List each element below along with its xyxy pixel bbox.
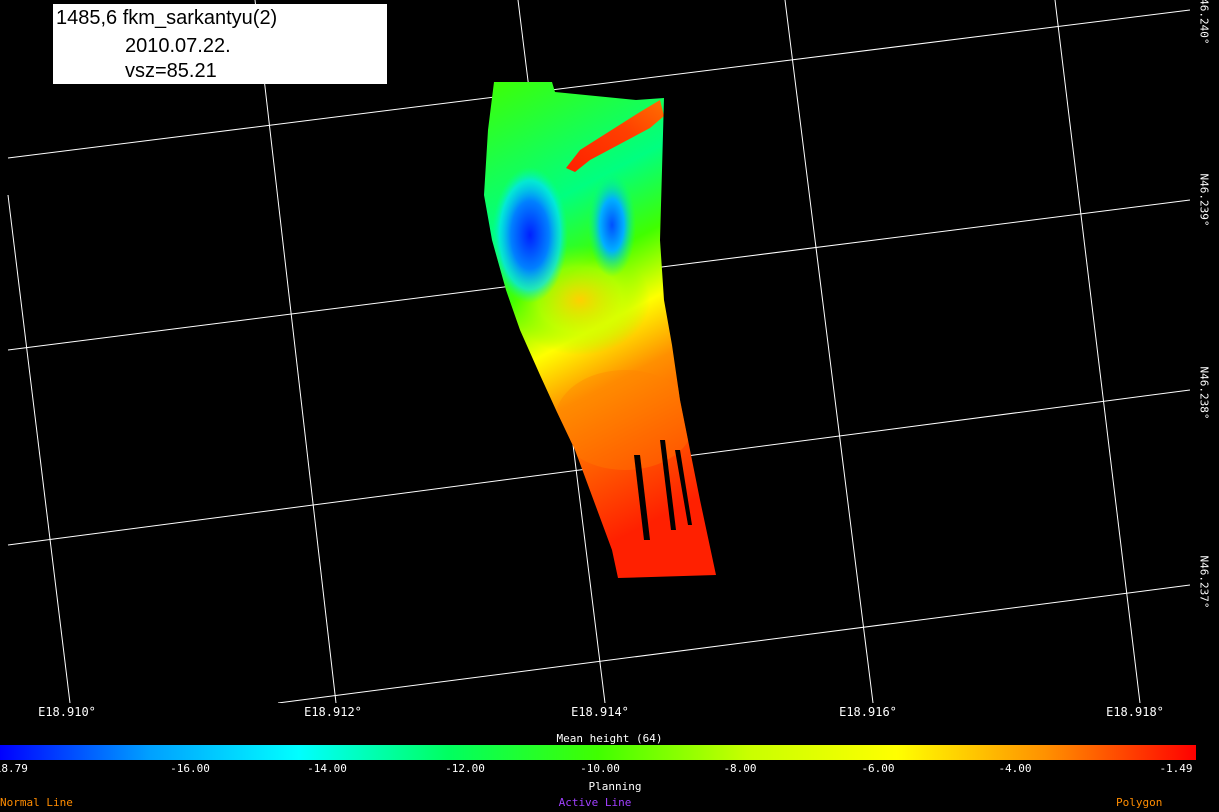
lon-label-4: E18.916° [839, 705, 897, 719]
bathymetry-map[interactable] [0, 0, 1190, 703]
legend-tick: -14.00 [307, 762, 347, 775]
normal-line-button[interactable]: Normal Line [0, 796, 73, 809]
lon-label-5: E18.918° [1106, 705, 1164, 719]
lat-label-3: N46.238° [1197, 366, 1211, 420]
legend-tick: -16.00 [170, 762, 210, 775]
planning-label: Planning [588, 780, 642, 793]
depth-colorbar [0, 745, 1196, 760]
lon-label-1: E18.910° [38, 705, 96, 719]
survey-date: 2010.07.22. [125, 35, 231, 57]
lon-label-2: E18.912° [304, 705, 362, 719]
legend-tick: -12.00 [445, 762, 485, 775]
survey-name: 1485,6 fkm_sarkantyu(2) [56, 7, 278, 29]
legend-tick: -6.00 [861, 762, 895, 775]
survey-swath [484, 82, 716, 578]
legend-title: Mean height (64) [556, 732, 663, 745]
polygon-button[interactable]: Polygon [1116, 796, 1162, 809]
lon-label-3: E18.914° [571, 705, 629, 719]
water-level: vsz=85.21 [125, 60, 217, 82]
legend-tick-min: -18.79 [0, 762, 28, 775]
legend-tick: -10.00 [580, 762, 620, 775]
lat-label-2: N46.239° [1197, 173, 1211, 227]
active-line-button[interactable]: Active Line [559, 796, 632, 809]
survey-info-box: 1485,6 fkm_sarkantyu(2) 2010.07.22. vsz=… [53, 4, 387, 84]
legend-tick-max: -1.49 [1159, 762, 1193, 775]
legend-tick: -8.00 [723, 762, 757, 775]
legend-tick: -4.00 [998, 762, 1032, 775]
lat-label-1: N46.240° [1197, 0, 1211, 45]
lat-label-4: N46.237° [1197, 555, 1211, 609]
